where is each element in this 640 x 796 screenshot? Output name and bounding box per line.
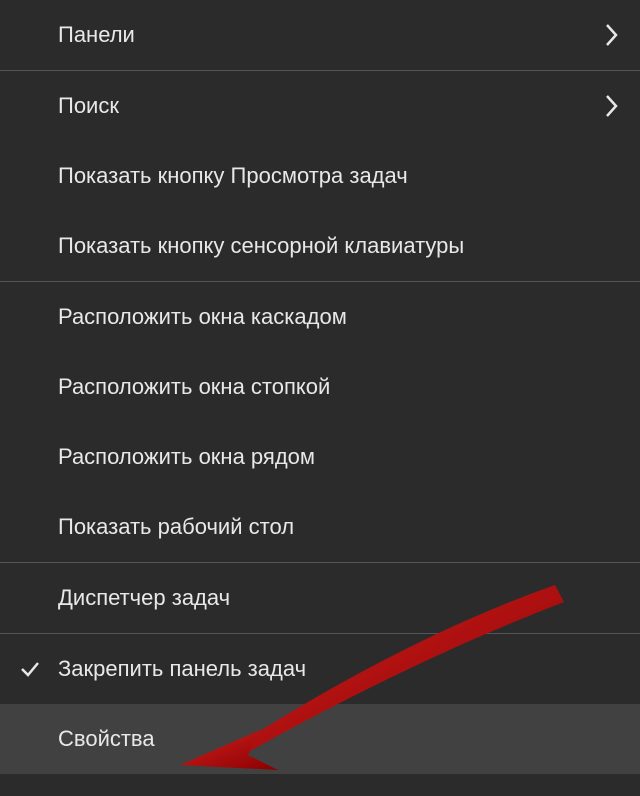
menu-item-label: Поиск	[58, 93, 119, 119]
menu-item-cascade-windows[interactable]: Расположить окна каскадом	[0, 282, 640, 352]
menu-item-side-by-side-windows[interactable]: Расположить окна рядом	[0, 422, 640, 492]
taskbar-context-menu: Панели Поиск Показать кнопку Просмотра з…	[0, 0, 640, 796]
menu-item-label: Закрепить панель задач	[58, 656, 306, 682]
menu-item-show-desktop[interactable]: Показать рабочий стол	[0, 492, 640, 562]
menu-item-label: Показать кнопку Просмотра задач	[58, 163, 408, 189]
menu-item-panels[interactable]: Панели	[0, 0, 640, 70]
menu-item-properties[interactable]: Свойства	[0, 704, 640, 774]
check-icon	[18, 657, 42, 681]
menu-item-label: Расположить окна рядом	[58, 444, 315, 470]
menu-item-label: Показать кнопку сенсорной клавиатуры	[58, 233, 464, 259]
menu-item-label: Расположить окна каскадом	[58, 304, 347, 330]
menu-item-label: Диспетчер задач	[58, 585, 230, 611]
menu-item-lock-taskbar[interactable]: Закрепить панель задач	[0, 634, 640, 704]
chevron-right-icon	[604, 21, 620, 49]
chevron-right-icon	[604, 92, 620, 120]
menu-item-label: Показать рабочий стол	[58, 514, 294, 540]
menu-item-stack-windows[interactable]: Расположить окна стопкой	[0, 352, 640, 422]
menu-item-show-touch-keyboard[interactable]: Показать кнопку сенсорной клавиатуры	[0, 211, 640, 281]
menu-item-show-taskview[interactable]: Показать кнопку Просмотра задач	[0, 141, 640, 211]
menu-item-label: Расположить окна стопкой	[58, 374, 330, 400]
menu-item-search[interactable]: Поиск	[0, 71, 640, 141]
menu-item-label: Свойства	[58, 726, 155, 752]
menu-item-task-manager[interactable]: Диспетчер задач	[0, 563, 640, 633]
menu-item-label: Панели	[58, 22, 135, 48]
